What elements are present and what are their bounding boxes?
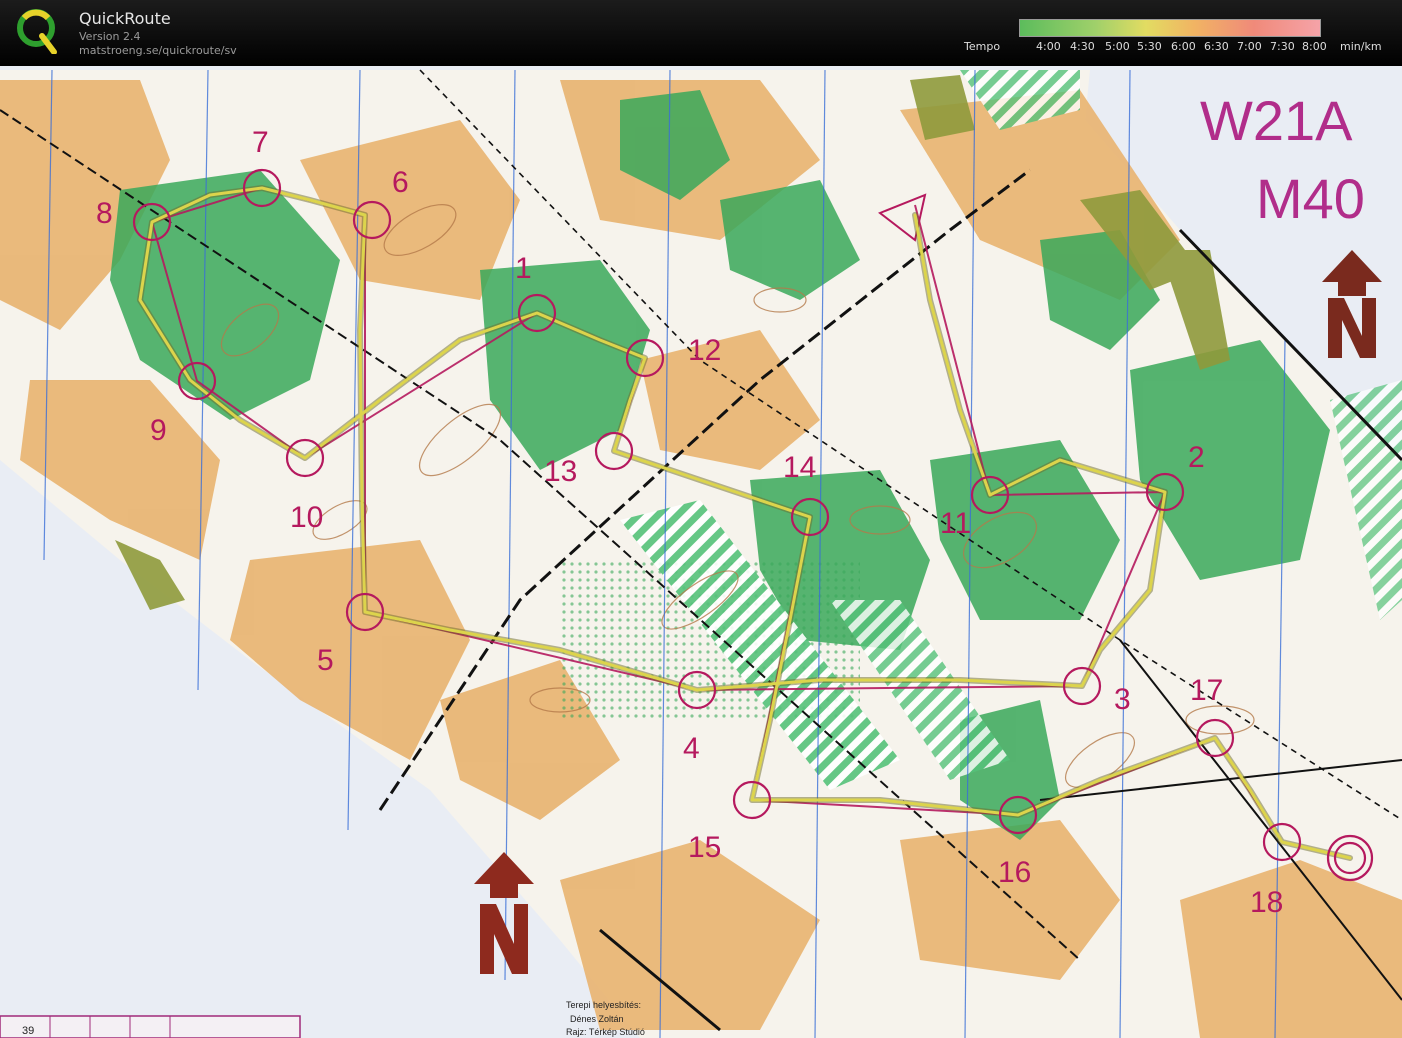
tempo-label: Tempo [964,40,1001,53]
credits-line: Rajz: Térkép Stúdió [566,1027,645,1037]
control-number: 17 [1190,674,1223,707]
control-number: 2 [1188,441,1205,474]
control-number: 16 [998,856,1031,889]
app-header: QuickRoute Version 2.4 matstroeng.se/qui… [0,0,1402,66]
tempo-tick: 5:30 [1137,40,1162,53]
control-number: 11 [940,507,971,540]
map-legend-box: 39 [0,1015,301,1038]
control-number: 12 [688,334,721,367]
control-number: 18 [1250,886,1283,919]
app-url[interactable]: matstroeng.se/quickroute/sv [79,44,237,57]
tempo-unit: min/km [1340,40,1382,53]
control-number: 4 [683,732,700,765]
control-number: 6 [392,166,409,199]
tempo-tick: 4:00 [1036,40,1061,53]
tempo-tick: 7:30 [1270,40,1295,53]
tempo-tick: 7:00 [1237,40,1262,53]
course-title-2: M40 [1256,167,1365,230]
control-number: 8 [96,197,113,230]
control-number: 7 [252,126,269,159]
control-number: 5 [317,644,334,677]
tempo-tick: 6:30 [1204,40,1229,53]
control-number: 9 [150,414,167,447]
control-number: 10 [290,501,323,534]
control-number: 14 [783,451,816,484]
credits-line: Terepi helyesbítés: [566,1000,641,1010]
quickroute-logo-icon [17,9,57,54]
credits-line: Dénes Zoltán [570,1014,624,1024]
control-number: 1 [515,252,532,285]
tempo-tick: 6:00 [1171,40,1196,53]
tempo-tick: 4:30 [1070,40,1095,53]
app-title: QuickRoute [79,9,171,28]
tempo-color-scale [1019,19,1321,37]
tempo-tick: 5:00 [1105,40,1130,53]
orienteering-map[interactable]: 1 2 3 4 5 6 7 8 9 10 11 12 13 14 15 16 1… [0,66,1402,1038]
app-version: Version 2.4 [79,30,141,43]
legend-box-number: 39 [22,1025,34,1037]
control-number: 13 [544,455,577,488]
control-number: 15 [688,831,721,864]
course-title-1: W21A [1200,89,1353,152]
map-canvas[interactable]: 1 2 3 4 5 6 7 8 9 10 11 12 13 14 15 16 1… [0,66,1402,1038]
control-number: 3 [1114,683,1131,716]
tempo-tick: 8:00 [1302,40,1327,53]
